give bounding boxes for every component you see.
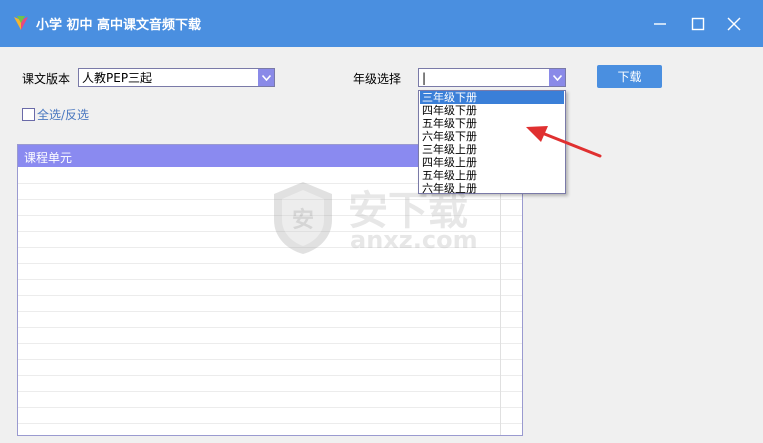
watermark-text-en: anxz.com	[350, 226, 478, 254]
column-header-unit: 课程单元	[24, 151, 73, 165]
window-title: 小学 初中 高中课文音频下载	[36, 18, 202, 33]
dropdown-option[interactable]: 六年级下册	[420, 130, 564, 143]
dropdown-option[interactable]: 三年级下册	[420, 91, 564, 104]
grade-dropdown-list[interactable]: 三年级下册 四年级下册 五年级下册 六年级下册 三年级上册 四年级上册 五年级上…	[418, 90, 566, 195]
dropdown-option[interactable]: 四年级上册	[420, 156, 564, 169]
select-all-checkbox[interactable]	[22, 107, 35, 121]
minimize-icon	[654, 23, 666, 25]
minimize-button[interactable]	[648, 12, 672, 36]
chevron-down-icon[interactable]	[258, 69, 274, 86]
dropdown-option[interactable]: 五年级下册	[420, 117, 564, 130]
download-button[interactable]: 下载	[597, 65, 662, 88]
title-bar: 小学 初中 高中课文音频下载	[0, 0, 763, 47]
close-icon	[727, 17, 741, 31]
grid-row	[18, 359, 522, 360]
grid-row	[18, 327, 522, 328]
column-divider	[500, 167, 501, 435]
grid-row	[18, 279, 522, 280]
grid-row	[18, 423, 522, 424]
select-all-toggle[interactable]: 全选/反选	[22, 106, 89, 122]
grid-row	[18, 391, 522, 392]
grid-row	[18, 407, 522, 408]
watermark-badge: 安	[292, 208, 315, 233]
grade-value: |	[422, 71, 427, 85]
grid-row	[18, 263, 522, 264]
dropdown-option[interactable]: 五年级上册	[420, 169, 564, 182]
close-button[interactable]	[722, 12, 746, 36]
dropdown-option[interactable]: 六年级上册	[420, 182, 564, 195]
edition-value: 人教PEP三起	[82, 71, 153, 85]
grade-label: 年级选择	[353, 72, 402, 86]
edition-label: 课文版本	[22, 72, 71, 86]
maximize-icon	[691, 17, 705, 31]
edition-select[interactable]: 人教PEP三起	[78, 68, 275, 87]
grid-row	[18, 343, 522, 344]
grade-select[interactable]: |	[418, 68, 566, 87]
grid-row	[18, 295, 522, 296]
chevron-down-icon[interactable]	[549, 69, 565, 86]
dropdown-option[interactable]: 四年级下册	[420, 104, 564, 117]
maximize-button[interactable]	[686, 12, 710, 36]
grid-row	[18, 311, 522, 312]
dropdown-option[interactable]: 三年级上册	[420, 143, 564, 156]
select-all-label[interactable]: 全选/反选	[37, 106, 89, 123]
app-logo-icon	[14, 16, 28, 30]
grid-row	[18, 375, 522, 376]
